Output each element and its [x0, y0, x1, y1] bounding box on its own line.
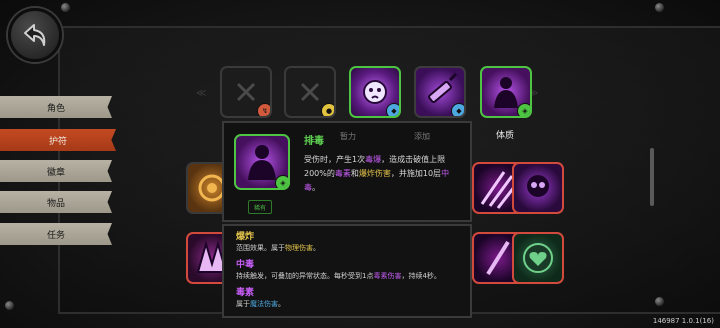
keyword-toxin: 毒素 [334, 169, 351, 178]
tab-character[interactable]: 角色 [0, 96, 112, 118]
yellow-element-icon: ● [321, 103, 334, 116]
keyword-explosion-damage: 爆炸伤害 [358, 169, 391, 178]
keyword-toxin-damage: 毒素伤害 [373, 272, 402, 280]
tab-label: 角色 [46, 103, 65, 114]
tab-label: 任务 [46, 230, 65, 241]
green-heart-icon [523, 243, 553, 273]
keyword-title: 爆炸 [236, 232, 255, 242]
amulet-slot-1[interactable]: ↯ [220, 66, 272, 118]
desc-text: 。 [312, 183, 320, 192]
keyword-description: 范围效果。属于物理伤害。 [236, 243, 320, 253]
amulet-tooltip: ◈ 稀有 排毒 暂力 添加 受伤时，产生1次毒爆，造成击破值上限 200%的毒素… [222, 121, 472, 222]
rivet-icon [4, 300, 15, 311]
ghost-label: 添加 [414, 132, 430, 141]
tab-amulet[interactable]: 护符 [0, 129, 116, 151]
desc-text: 。 [278, 300, 285, 308]
keyword-title: 中毒 [236, 260, 255, 270]
amulet-slot-3[interactable]: ◆ [349, 66, 401, 118]
desc-text: 200%的 [304, 169, 335, 178]
rivet-icon [60, 2, 71, 13]
tooltip-amulet-icon: ◈ [234, 134, 290, 190]
tooltip-title: 排毒 [304, 136, 324, 147]
desc-text: 和 [350, 169, 359, 178]
desc-text: 属于 [236, 300, 250, 308]
tab-label: 徽章 [46, 167, 65, 178]
keyword-title: 毒素 [236, 288, 255, 298]
keyword-magic-damage: 魔法伤害 [250, 300, 278, 308]
desc-text: ，持续4秒。 [401, 272, 441, 280]
desc-text: 范围效果。属于 [236, 244, 285, 252]
tab-label: 护符 [48, 136, 67, 147]
amulet-inventory-item[interactable] [512, 162, 564, 214]
tab-quests[interactable]: 任务 [0, 223, 112, 245]
tooltip-description: 受伤时，产生1次毒爆，造成击破值上限 200%的毒素和爆炸伤害，并施加10层中毒… [304, 153, 464, 195]
keyword-description: 属于魔法伤害。 [236, 299, 285, 309]
green-shield-icon: ◈ [517, 103, 530, 116]
slot-caption: 体质 [496, 131, 515, 141]
tab-items[interactable]: 物品 [0, 191, 112, 213]
amulet-slot-4[interactable]: ◆ [414, 66, 466, 118]
red-element-icon: ↯ [257, 103, 270, 116]
desc-text: 持续触发，可叠加的异常状态。每秒受到1点 [236, 272, 374, 280]
tab-label: 物品 [46, 198, 65, 209]
rivet-icon [654, 296, 665, 307]
purple-skull-icon [527, 175, 549, 197]
blue-element-icon: ◆ [451, 103, 464, 116]
inventory-scrollbar[interactable] [650, 148, 654, 206]
amulet-inventory-item[interactable] [512, 232, 564, 284]
keyword-glossary: 爆炸 范围效果。属于物理伤害。 中毒 持续触发，可叠加的异常状态。每秒受到1点毒… [222, 224, 472, 318]
back-arrow-icon [24, 24, 46, 46]
keyword-poison-burst: 毒爆 [365, 155, 382, 164]
chevron-left-decoration-icon: ≪ [196, 88, 207, 99]
keyword-description: 持续触发，可叠加的异常状态。每秒受到1点毒素伤害，持续4秒。 [236, 271, 441, 281]
green-shield-icon: ◈ [275, 175, 288, 188]
desc-text: ，并施加10层 [390, 169, 442, 178]
desc-text: 受伤时，产生1次 [304, 155, 366, 164]
desc-text: ，造成击破值上限 [381, 155, 446, 164]
rarity-tag: 稀有 [248, 200, 272, 214]
rivet-icon [654, 2, 665, 13]
version-label: 146987 1.0.1(16) [652, 317, 714, 325]
desc-text: 。 [313, 244, 320, 252]
amulet-slot-2[interactable]: ● [284, 66, 336, 118]
blue-element-icon: ◆ [386, 103, 399, 116]
amulet-slot-5[interactable]: ◈ [480, 66, 532, 118]
ghost-label: 暂力 [340, 132, 356, 141]
tab-badge[interactable]: 徽章 [0, 160, 112, 182]
back-button[interactable] [8, 8, 62, 62]
keyword-physical-damage: 物理伤害 [285, 244, 313, 252]
